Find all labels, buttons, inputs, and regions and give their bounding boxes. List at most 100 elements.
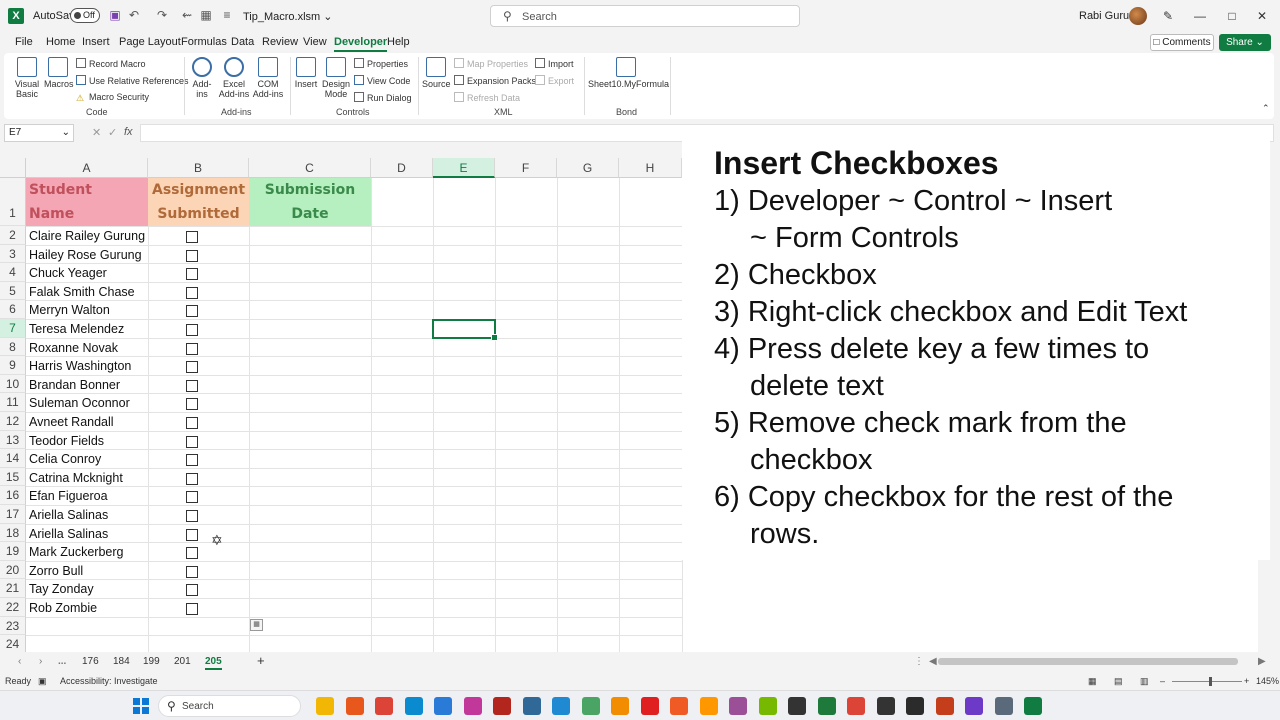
scroll-right-icon[interactable]: ▶	[1258, 656, 1266, 667]
zoom-slider-knob[interactable]	[1209, 677, 1212, 686]
save-icon[interactable]: ▣	[108, 8, 122, 22]
student-name-cell[interactable]: Harris Washington	[29, 358, 131, 375]
student-name-cell[interactable]: Tay Zonday	[29, 581, 94, 598]
row-header-18[interactable]: 18	[0, 523, 26, 543]
row-header-13[interactable]: 13	[0, 430, 26, 450]
row-header-8[interactable]: 8	[0, 337, 26, 357]
format-painter-icon[interactable]: ⇜	[180, 8, 194, 22]
assignment-checkbox[interactable]	[186, 547, 198, 560]
excel-add-ins-button[interactable]: Excel Add-ins	[218, 57, 250, 99]
scroll-left-icon[interactable]: ◀	[929, 656, 937, 667]
title-search-box[interactable]: ⚲ Search	[490, 5, 800, 27]
assignment-checkbox[interactable]	[186, 379, 198, 392]
row-header-1[interactable]: 1	[0, 178, 26, 226]
row-header-11[interactable]: 11	[0, 393, 26, 412]
add-ins-button[interactable]: Add-ins	[190, 57, 214, 99]
tab-view[interactable]: View	[303, 36, 327, 48]
student-name-cell[interactable]: Teodor Fields	[29, 433, 104, 450]
tab-insert[interactable]: Insert	[82, 36, 110, 48]
pen-icon[interactable]: ✎	[1158, 6, 1178, 26]
page-break-view-icon[interactable]: ▥	[1140, 676, 1149, 687]
assignment-checkbox[interactable]	[186, 584, 198, 597]
python-icon[interactable]	[522, 697, 541, 715]
comments-button[interactable]: □ Comments	[1150, 34, 1214, 51]
tab-developer[interactable]: Developer	[334, 36, 388, 52]
file-explorer-icon[interactable]	[316, 697, 334, 715]
row-header-16[interactable]: 16	[0, 486, 26, 505]
assignment-checkbox[interactable]	[186, 417, 198, 429]
sheet10-myformula-button[interactable]: Sheet10.MyFormula	[588, 57, 669, 89]
assignment-checkbox[interactable]	[186, 565, 198, 578]
unity-icon[interactable]	[788, 697, 806, 715]
sheet-tab-184[interactable]: 184	[113, 656, 130, 667]
cancel-icon[interactable]: ✕	[92, 126, 101, 139]
calendar-icon[interactable]	[434, 697, 452, 715]
select-all-corner[interactable]	[0, 158, 26, 178]
column-header-d[interactable]: D	[371, 158, 433, 178]
properties-button[interactable]: Properties	[354, 58, 408, 69]
collapse-ribbon-icon[interactable]: ⌃	[1262, 103, 1270, 114]
assignment-checkbox[interactable]	[186, 528, 198, 541]
assignment-checkbox[interactable]	[186, 324, 198, 336]
prev-sheet-icon[interactable]: ‹	[18, 656, 21, 667]
filezilla-icon[interactable]	[493, 697, 511, 715]
tab-help[interactable]: Help	[387, 36, 410, 48]
share-button[interactable]: Share ⌄	[1219, 34, 1271, 51]
customize-qat-icon[interactable]: ≡	[220, 8, 234, 22]
row-header-15[interactable]: 15	[0, 467, 26, 487]
student-name-cell[interactable]: Efan Figueroa	[29, 488, 108, 505]
next-sheet-icon[interactable]: ›	[39, 656, 42, 667]
row-header-22[interactable]: 22	[0, 598, 26, 617]
visual-studio-icon[interactable]	[965, 697, 983, 715]
student-name-cell[interactable]: Ariella Salinas	[29, 526, 108, 543]
row-header-5[interactable]: 5	[0, 281, 26, 301]
record-macro-button[interactable]: Record Macro	[76, 58, 146, 69]
assignment-checkbox[interactable]	[186, 231, 198, 243]
assignment-checkbox[interactable]	[186, 510, 198, 522]
student-name-cell[interactable]: Teresa Melendez	[29, 321, 124, 338]
column-header-a[interactable]: A	[26, 158, 148, 178]
accessibility-status[interactable]: Accessibility: Investigate	[60, 676, 158, 686]
sheet-tab-205[interactable]: 205	[205, 656, 222, 670]
assignment-checkbox[interactable]	[186, 268, 198, 281]
row-header-14[interactable]: 14	[0, 449, 26, 468]
photos-icon[interactable]	[581, 697, 600, 715]
assignment-checkbox[interactable]	[186, 491, 198, 504]
horizontal-scroll-thumb[interactable]	[938, 658, 1238, 665]
tab-formulas[interactable]: Formulas	[181, 36, 227, 48]
tab-page-layout[interactable]: Page Layout	[119, 36, 181, 48]
student-name-cell[interactable]: Catrina Mcknight	[29, 470, 123, 487]
macros-button[interactable]: Macros	[44, 57, 74, 89]
column-header-g[interactable]: G	[557, 158, 619, 178]
page-layout-view-icon[interactable]: ▤	[1114, 676, 1123, 687]
header-assignment-submitted[interactable]: Assignment Submitted	[148, 178, 249, 226]
row-header-21[interactable]: 21	[0, 579, 26, 598]
row-header-10[interactable]: 10	[0, 374, 26, 394]
student-name-cell[interactable]: Ariella Salinas	[29, 507, 108, 524]
chrome-profile-icon[interactable]	[847, 697, 865, 715]
relative-references-button[interactable]: Use Relative References	[76, 75, 189, 86]
assignment-checkbox[interactable]	[186, 454, 198, 467]
row-header-2[interactable]: 2	[0, 226, 26, 245]
student-name-cell[interactable]: Brandan Bonner	[29, 377, 120, 394]
tab-review[interactable]: Review	[262, 36, 298, 48]
form-icon[interactable]: ▦	[199, 8, 213, 22]
row-header-6[interactable]: 6	[0, 300, 26, 319]
student-name-cell[interactable]: Chuck Yeager	[29, 265, 107, 282]
row-header-4[interactable]: 4	[0, 263, 26, 282]
tab-splitter-icon[interactable]: ⋮	[914, 656, 924, 667]
brave-icon[interactable]	[670, 697, 688, 715]
assignment-checkbox[interactable]	[186, 603, 198, 615]
visual-basic-button[interactable]: Visual Basic	[12, 57, 42, 99]
tab-data[interactable]: Data	[231, 36, 254, 48]
row-header-7[interactable]: 7	[0, 319, 26, 338]
refresh-data-button[interactable]: Refresh Data	[454, 92, 520, 103]
design-mode-button[interactable]: Design Mode	[322, 57, 350, 99]
normal-view-icon[interactable]: ▦	[1088, 676, 1097, 687]
student-name-cell[interactable]: Zorro Bull	[29, 563, 83, 580]
firefox-icon[interactable]	[345, 697, 364, 715]
source-button[interactable]: Source	[422, 57, 451, 89]
student-name-cell[interactable]: Roxanne Novak	[29, 340, 118, 357]
student-name-cell[interactable]: Celia Conroy	[29, 451, 101, 468]
assignment-checkbox[interactable]	[186, 472, 198, 485]
